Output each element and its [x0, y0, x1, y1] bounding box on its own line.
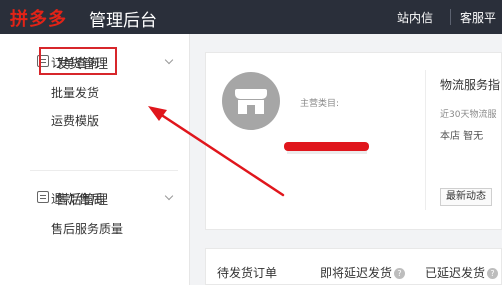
sidebar-item-refunds[interactable]: 退款/售后 [51, 190, 103, 207]
stat-label: 即将延迟发货 [320, 266, 393, 280]
nav-customer-service-link[interactable]: 客服平 [460, 9, 496, 26]
chevron-down-icon [164, 55, 174, 65]
card-divider [425, 70, 426, 210]
main-category-label: 主营类目: [300, 99, 340, 109]
stat-delayed[interactable]: 已延迟发货? [425, 264, 499, 281]
logistics-service-subtitle: 近30天物流服 [440, 110, 497, 120]
latest-news-button[interactable]: 最新动态 [440, 188, 492, 206]
store-status-note: 本店 智无 [440, 131, 484, 142]
annotation-highlight-box [39, 47, 117, 75]
stat-label: 已延迟发货 [425, 266, 486, 280]
redaction-bar [284, 142, 369, 151]
nav-divider [450, 9, 451, 25]
top-bar: 拼多多 管理后台 站内信 客服平 [0, 0, 502, 34]
stat-pending-orders[interactable]: 待发货订单 [217, 264, 277, 281]
help-icon[interactable]: ? [394, 268, 406, 279]
help-icon[interactable]: ? [487, 268, 499, 279]
sidebar-item-service-quality[interactable]: 售后服务质量 [51, 220, 123, 237]
logistics-service-title: 物流服务指 [440, 78, 501, 92]
stat-about-to-delay[interactable]: 即将延迟发货? [320, 264, 406, 281]
stat-label: 待发货订单 [217, 266, 278, 280]
sidebar-item-shipping-template[interactable]: 运费模版 [51, 112, 99, 129]
storefront-icon [222, 72, 280, 130]
sidebar-item-bulk-shipping[interactable]: 批量发货 [51, 84, 99, 101]
brand-logo[interactable]: 拼多多 [10, 5, 67, 31]
chevron-down-icon [164, 191, 174, 201]
app-title: 管理后台 [89, 11, 157, 31]
sidebar-divider [30, 170, 178, 171]
nav-messages-link[interactable]: 站内信 [397, 9, 433, 26]
list-square-icon [37, 191, 49, 203]
